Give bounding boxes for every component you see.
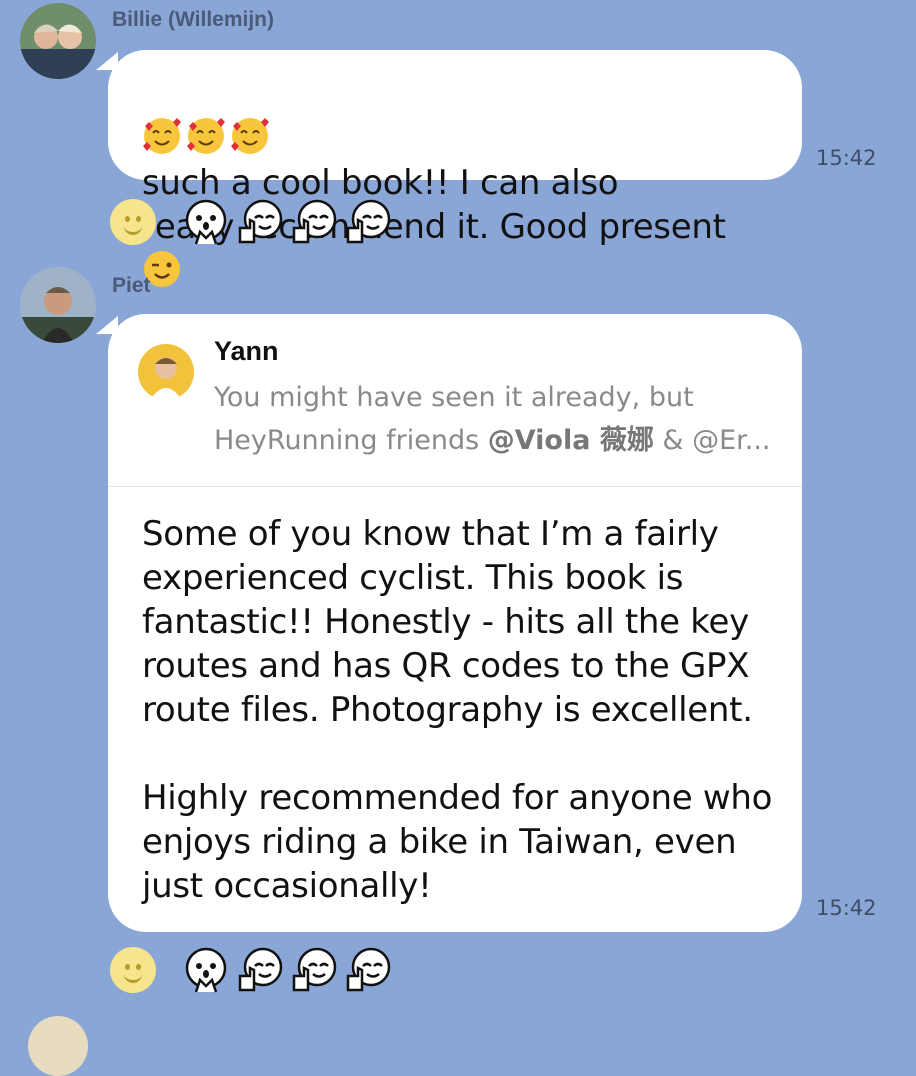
yann-avatar xyxy=(138,344,194,400)
smiling-hearts-icon xyxy=(142,118,186,159)
reply-sender-name: Yann xyxy=(214,336,279,366)
thumbs-up-sticker-icon[interactable] xyxy=(236,946,284,994)
next-message-avatar[interactable] xyxy=(28,1016,88,1076)
add-reaction-icon[interactable] xyxy=(110,947,156,993)
reply-snippet: You might have seen it already, but HeyR… xyxy=(214,376,794,462)
add-reaction-icon[interactable] xyxy=(110,199,156,245)
billie-avatar[interactable] xyxy=(20,3,96,79)
message-body: Some of you know that I’m a fairly exper… xyxy=(142,514,773,906)
reply-line-2: HeyRunning friends @Viola 薇娜 & @Er... xyxy=(214,425,771,456)
reply-quote[interactable]: Yann You might have seen it already, but… xyxy=(108,314,802,487)
reply-line-1: You might have seen it already, but xyxy=(214,382,694,413)
smiling-hearts-icon xyxy=(186,118,230,159)
pleading-hands-sticker-icon[interactable] xyxy=(182,198,230,246)
message-text: such a cool book!! I can also really rec… xyxy=(142,72,768,294)
piet-avatar[interactable] xyxy=(20,267,96,343)
thumbs-up-sticker-icon[interactable] xyxy=(290,198,338,246)
thumbs-up-sticker-icon[interactable] xyxy=(344,198,392,246)
message-bubble-piet[interactable]: Yann You might have seen it already, but… xyxy=(108,314,802,932)
message-bubble-billie[interactable]: such a cool book!! I can also really rec… xyxy=(108,50,802,287)
pleading-hands-sticker-icon[interactable] xyxy=(182,946,230,994)
sender-name-piet: Piet xyxy=(112,274,151,297)
thumbs-up-sticker-icon[interactable] xyxy=(344,946,392,994)
smiling-hearts-icon xyxy=(230,118,274,159)
message-time: 15:42 xyxy=(816,896,877,920)
reaction-row xyxy=(110,946,398,994)
thumbs-up-sticker-icon[interactable] xyxy=(290,946,338,994)
thumbs-up-sticker-icon[interactable] xyxy=(236,198,284,246)
sender-name-billie: Billie (Willemijn) xyxy=(112,8,274,31)
mention[interactable]: @Viola 薇娜 xyxy=(488,425,654,456)
message-time: 15:42 xyxy=(816,146,877,170)
reaction-row xyxy=(110,198,398,246)
